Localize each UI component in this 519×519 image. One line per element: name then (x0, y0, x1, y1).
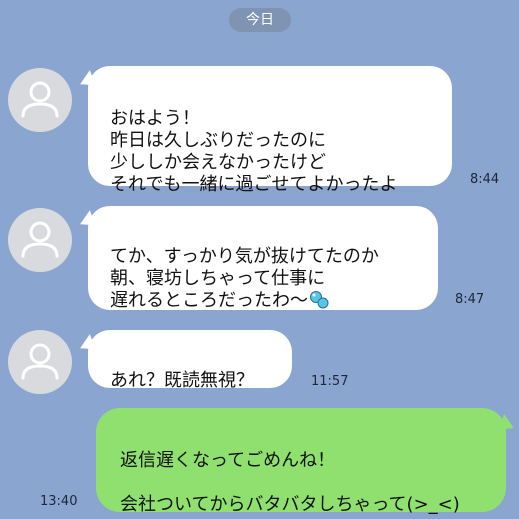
message-timestamp: 8:44 (470, 172, 500, 187)
default-user-icon (21, 343, 59, 380)
default-user-icon (21, 81, 59, 118)
message-timestamp: 8:47 (455, 292, 485, 307)
message-timestamp: 13:40 (40, 494, 78, 509)
message-text: てか、すっかり気が抜けてたのか 朝、寝坊しちゃって仕事に 遅れるところだったわ〜 (110, 246, 379, 311)
date-separator: 今日 (229, 8, 291, 32)
message-bubble-sent[interactable]: 返信遅くなってごめんね！ 会社ついてからバタバタしちゃって(>_<) (96, 408, 506, 515)
avatar[interactable] (8, 330, 72, 394)
message-text: 返信遅くなってごめんね！ 会社ついてからバタバタしちゃって(>_<) (120, 450, 460, 515)
avatar[interactable] (8, 208, 72, 272)
message-bubble[interactable]: おはよう！ 昨日は久しぶりだったのに 少ししか会えなかったけど それでも一緒に過… (88, 66, 452, 195)
message-text: あれ？既読無視？ (110, 370, 254, 391)
message-bubble[interactable]: てか、すっかり気が抜けてたのか 朝、寝坊しちゃって仕事に 遅れるところだったわ〜 (88, 206, 438, 311)
blue-droplets-emoji-icon (308, 290, 330, 316)
message-text: おはよう！ 昨日は久しぶりだったのに 少ししか会えなかったけど それでも一緒に過… (110, 108, 398, 195)
default-user-icon (21, 221, 59, 258)
avatar[interactable] (8, 68, 72, 132)
message-timestamp: 11:57 (311, 374, 349, 389)
message-bubble[interactable]: あれ？既読無視？ (88, 330, 292, 391)
